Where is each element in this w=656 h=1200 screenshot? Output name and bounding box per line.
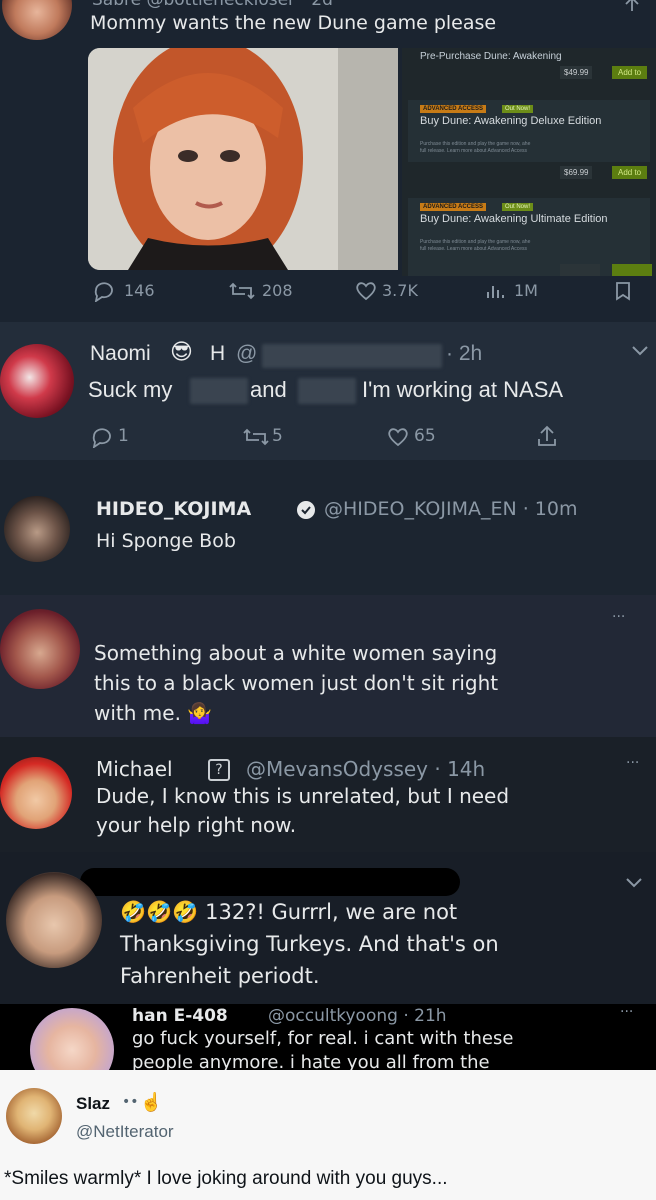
tweet-text-line2: Thanksgiving Turkeys. And that's on [120, 932, 499, 956]
heart-icon[interactable] [354, 280, 378, 302]
retweet-count: 5 [272, 426, 283, 446]
tweet-kojima[interactable]: HIDEO_KOJIMA @HIDEO_KOJIMA_EN · 10m Hi S… [0, 460, 656, 595]
tweet-text-line2: this to a black women just don't sit rig… [94, 671, 499, 695]
tweet-text: Hi Sponge Bob [96, 530, 236, 552]
redacted-word [190, 378, 248, 404]
game-store-panel: Pre-Purchase Dune: Awakening $49.99 Add … [402, 48, 656, 276]
tweet-text-line1: 🤣🤣🤣 132?! Gurrrl, we are not [120, 900, 458, 924]
handle[interactable]: @occultkyoong · 21h [268, 1006, 447, 1026]
retweet-count: 208 [262, 281, 293, 300]
redacted-handle [262, 344, 442, 368]
tweet-text-line2: people anymore. i hate you all from the [132, 1052, 490, 1070]
handle[interactable]: @MevansOdyssey · 14h [246, 757, 485, 781]
tweet-text: *Smiles warmly* I love joking around wit… [4, 1168, 448, 1189]
display-name[interactable]: han E-408 [132, 1006, 228, 1026]
like-count: 3.7K [382, 281, 418, 300]
more-options-icon[interactable]: ··· [612, 609, 625, 625]
tweet-text-part3: I'm working at NASA [362, 377, 564, 402]
tweet-text: Mommy wants the new Dune game please [90, 12, 497, 34]
retweet-icon[interactable] [242, 426, 270, 448]
share-icon[interactable] [536, 424, 558, 448]
handle[interactable]: @NetIterator [76, 1122, 174, 1142]
name-dots: •• [122, 1094, 139, 1110]
tweet-text-part1: Suck my [88, 377, 173, 402]
tweet-text-line2: your help right now. [96, 813, 297, 837]
avatar[interactable] [2, 0, 72, 40]
avatar[interactable] [4, 496, 70, 562]
verified-badge-icon [296, 500, 316, 520]
reply-icon[interactable] [90, 426, 114, 448]
price-tag: $69.99 [560, 166, 593, 179]
tweet-text-line1: go fuck yourself, for real. i cant with … [132, 1028, 514, 1049]
name-emoji: ☝️ [140, 1092, 163, 1113]
add-to-cart-button[interactable]: Add to [612, 66, 648, 79]
deluxe-desc-1: Purchase this edition and play the game … [420, 141, 531, 147]
avatar[interactable] [30, 1008, 114, 1070]
handle-at[interactable]: @ [236, 342, 257, 366]
tweet-text-part2: and [250, 377, 287, 402]
ultimate-desc-2: full release. Learn more about Advanced … [420, 246, 528, 252]
avatar[interactable] [6, 872, 102, 968]
reply-count: 1 [118, 426, 129, 446]
bookmark-icon[interactable] [612, 280, 634, 302]
out-now-badge: Out Now! [502, 203, 534, 211]
timestamp[interactable]: · 2h [446, 342, 482, 366]
chevron-down-icon[interactable] [630, 344, 650, 358]
tweet-sabre[interactable]: Sabre @bottleneckloser · 2d Mommy wants … [0, 0, 656, 322]
retweet-icon[interactable] [228, 280, 256, 302]
reply-icon[interactable] [92, 280, 116, 302]
tweet-text-line1: Something about a white women saying [94, 641, 498, 665]
tweet-handle[interactable]: Sabre @bottleneckloser · 2d [92, 0, 333, 10]
ultimate-title: Buy Dune: Awakening Ultimate Edition [420, 213, 608, 225]
name-emoji: 😎 [170, 340, 193, 365]
preorder-title: Pre-Purchase Dune: Awakening [420, 51, 562, 62]
share-icon[interactable] [622, 0, 642, 14]
tweet-turkey[interactable]: 🤣🤣🤣 132?! Gurrrl, we are not Thanksgivin… [0, 852, 656, 1004]
redacted-word [298, 378, 356, 404]
name-suffix: H [210, 342, 226, 365]
tweet-text-line3: Fahrenheit periodt. [120, 964, 320, 988]
display-name[interactable]: Michael [96, 757, 173, 781]
add-to-cart-button[interactable]: Add to [612, 166, 648, 179]
ultimate-desc-1: Purchase this edition and play the game … [420, 239, 531, 245]
more-options-icon[interactable]: ··· [620, 1004, 633, 1020]
more-options-icon[interactable]: ··· [626, 755, 639, 771]
redacted-header [80, 868, 460, 896]
deluxe-desc-2: full release. Learn more about Advanced … [420, 148, 528, 154]
deluxe-title: Buy Dune: Awakening Deluxe Edition [420, 115, 602, 127]
reply-count: 146 [124, 281, 155, 300]
tweet-naomi[interactable]: Naomi 😎 H @ · 2h Suck my and I'm working… [0, 322, 656, 460]
tweet-michael[interactable]: Michael ? @MevansOdyssey · 14h ··· Dude,… [0, 737, 656, 852]
views-icon[interactable] [484, 280, 506, 302]
tweet-text-line3: with me. 🤷‍♀️ [94, 701, 213, 725]
tweet-text-line1: Dude, I know this is unrelated, but I ne… [96, 784, 510, 808]
avatar[interactable] [0, 757, 72, 829]
display-name[interactable]: HIDEO_KOJIMA [96, 498, 251, 520]
like-count: 65 [414, 426, 436, 446]
tweet-anon[interactable]: ··· Something about a white women saying… [0, 595, 656, 737]
price-tag: $49.99 [560, 66, 593, 79]
out-now-badge: Out Now! [502, 105, 534, 113]
photo-selfie[interactable] [88, 48, 398, 270]
avatar[interactable] [6, 1088, 62, 1144]
chevron-down-icon[interactable] [624, 876, 644, 890]
views-count: 1M [514, 281, 538, 300]
display-name[interactable]: Naomi [90, 342, 151, 366]
unknown-badge-icon: ? [208, 759, 230, 781]
handle[interactable]: @HIDEO_KOJIMA_EN · 10m [324, 498, 577, 520]
tweet-han[interactable]: han E-408 @occultkyoong · 21h ··· go fuc… [0, 1004, 656, 1070]
tweet-slaz[interactable]: Slaz •• ☝️ @NetIterator *Smiles warmly* … [0, 1070, 656, 1200]
avatar[interactable] [0, 609, 80, 689]
display-name[interactable]: Slaz [76, 1094, 110, 1114]
avatar[interactable] [0, 344, 74, 418]
heart-icon[interactable] [386, 426, 410, 448]
advanced-access-badge: ADVANCED ACCESS [420, 105, 487, 113]
advanced-access-badge: ADVANCED ACCESS [420, 203, 487, 211]
